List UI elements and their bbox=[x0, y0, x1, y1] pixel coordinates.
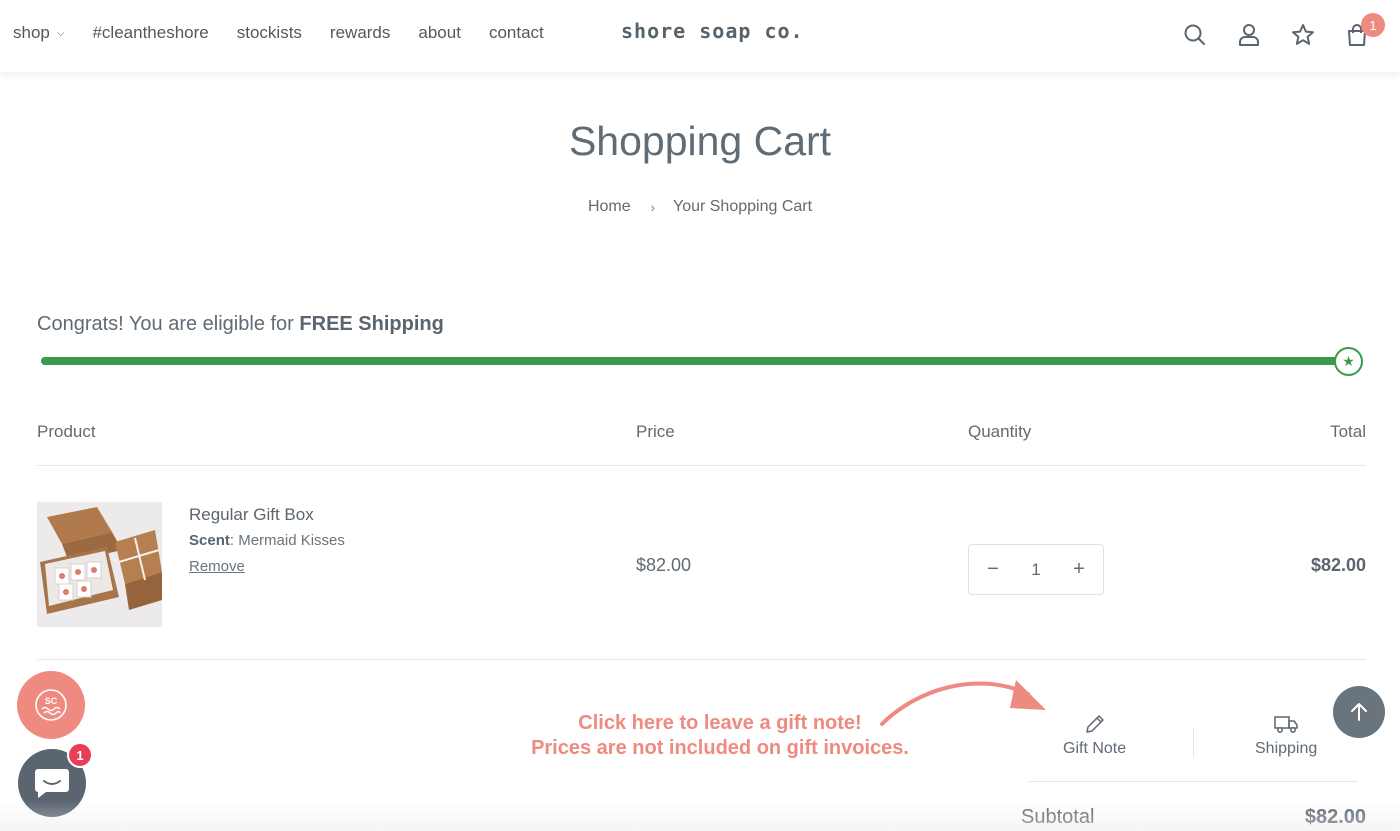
nav-item-label: rewards bbox=[329, 23, 391, 42]
nav-item-cleantheshore[interactable]: #cleantheshore bbox=[92, 23, 208, 43]
free-shipping-bold: FREE Shipping bbox=[299, 313, 444, 335]
chat-notification-badge: 1 bbox=[67, 742, 93, 768]
chat-bubble-icon bbox=[35, 769, 69, 798]
annotation-arrow-icon bbox=[880, 680, 1046, 726]
free-shipping-prefix: Congrats! You are eligible for bbox=[37, 313, 294, 335]
quantity-stepper: − + bbox=[968, 544, 1104, 595]
star-icon[interactable] bbox=[1290, 22, 1316, 48]
rewards-logo-text: SC bbox=[45, 696, 58, 706]
variant-colon: : bbox=[229, 532, 239, 549]
nav-item-label: shop bbox=[13, 23, 50, 42]
breadcrumb-separator: › bbox=[650, 199, 655, 215]
nav-item-label: #cleantheshore bbox=[92, 23, 209, 42]
breadcrumb-home[interactable]: Home bbox=[588, 198, 631, 216]
rewards-launcher-button[interactable]: SC bbox=[17, 671, 85, 739]
rewards-logo-icon: SC bbox=[35, 689, 67, 721]
brand-logo[interactable]: shore soap co. bbox=[621, 19, 804, 43]
annotation-line-2: Prices are not included on gift invoices… bbox=[531, 737, 909, 759]
remove-item-link[interactable]: Remove bbox=[189, 558, 245, 575]
pencil-icon bbox=[1085, 715, 1104, 733]
breadcrumb: Home › Your Shopping Cart bbox=[0, 198, 1400, 216]
nav-item-shop[interactable]: shop ⌵ bbox=[13, 23, 64, 43]
scroll-to-top-button[interactable] bbox=[1333, 686, 1385, 738]
nav-item-rewards[interactable]: rewards bbox=[330, 23, 390, 43]
gift-note-annotation: Click here to leave a gift note! Prices … bbox=[500, 711, 940, 761]
chevron-down-icon: ⌵ bbox=[56, 27, 65, 39]
variant-label: Scent bbox=[189, 532, 230, 549]
bottom-shadow bbox=[0, 800, 1400, 831]
table-divider bbox=[37, 659, 1366, 660]
product-name-link[interactable]: Regular Gift Box bbox=[189, 505, 314, 525]
main-nav: shop ⌵ #cleantheshore stockists rewards … bbox=[13, 23, 572, 43]
search-icon[interactable] bbox=[1182, 22, 1208, 48]
truck-icon bbox=[1274, 716, 1298, 733]
free-shipping-progress-bar bbox=[41, 357, 1351, 365]
tool-separator bbox=[1193, 728, 1194, 758]
column-header-price: Price bbox=[636, 422, 675, 441]
table-divider bbox=[37, 465, 1366, 466]
gift-note-label: Gift Note bbox=[1063, 740, 1127, 757]
shipping-label: Shipping bbox=[1255, 740, 1318, 757]
nav-item-contact[interactable]: contact bbox=[489, 23, 544, 43]
item-price: $82.00 bbox=[636, 555, 692, 575]
subtotal-value: $82.00 bbox=[1304, 806, 1366, 828]
header-icons: 1 bbox=[1154, 13, 1385, 48]
annotation-line-1: Click here to leave a gift note! bbox=[578, 712, 862, 734]
variant-value: Mermaid Kisses bbox=[238, 532, 345, 549]
arrow-up-icon bbox=[1351, 703, 1367, 721]
breadcrumb-current: Your Shopping Cart bbox=[672, 198, 813, 215]
product-thumbnail[interactable] bbox=[37, 502, 162, 627]
nav-item-stockists[interactable]: stockists bbox=[237, 23, 302, 43]
progress-fill bbox=[41, 357, 1351, 365]
user-icon[interactable] bbox=[1236, 22, 1262, 48]
nav-item-label: contact bbox=[488, 23, 544, 42]
shopping-bag-icon[interactable]: 1 bbox=[1344, 13, 1385, 48]
decrease-quantity-button[interactable]: − bbox=[983, 558, 1003, 581]
product-variant: Scent: Mermaid Kisses bbox=[189, 532, 345, 549]
subtotal-label: Subtotal bbox=[1021, 806, 1095, 828]
site-header: shop ⌵ #cleantheshore stockists rewards … bbox=[0, 0, 1400, 72]
nav-item-label: about bbox=[418, 23, 461, 42]
increase-quantity-button[interactable]: + bbox=[1069, 558, 1089, 581]
column-header-product: Product bbox=[37, 422, 96, 441]
progress-star-icon: ★ bbox=[1334, 347, 1363, 376]
cart-count-badge: 1 bbox=[1361, 13, 1385, 37]
nav-item-about[interactable]: about bbox=[418, 23, 461, 43]
free-shipping-message: Congrats! You are eligible for FREE Ship… bbox=[37, 313, 444, 336]
page-title: Shopping Cart bbox=[568, 118, 832, 164]
gift-note-button[interactable]: Gift Note bbox=[1063, 712, 1126, 758]
column-header-total: Total bbox=[1330, 422, 1366, 441]
shipping-estimate-button[interactable]: Shipping bbox=[1255, 712, 1317, 758]
nav-item-label: stockists bbox=[236, 23, 302, 42]
quantity-input[interactable] bbox=[1016, 559, 1056, 580]
item-line-total: $82.00 bbox=[1310, 555, 1366, 575]
summary-divider bbox=[1028, 781, 1358, 782]
column-header-quantity: Quantity bbox=[968, 422, 1032, 441]
